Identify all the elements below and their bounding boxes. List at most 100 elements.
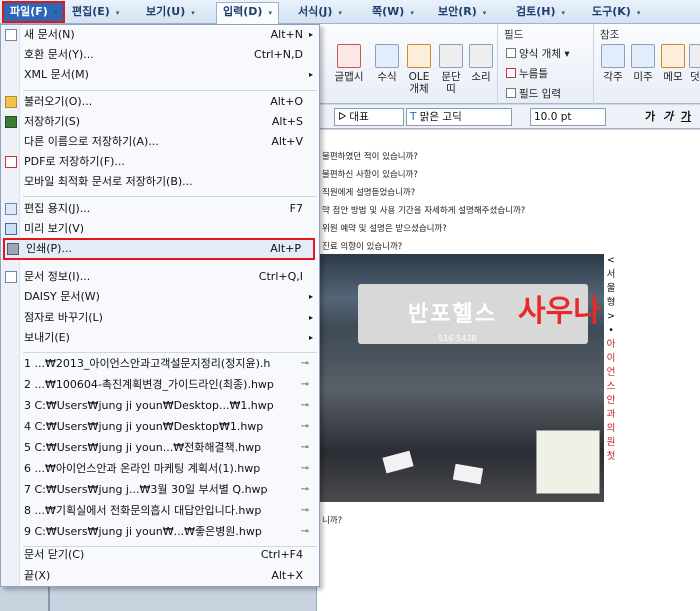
click-field-button[interactable]: 누름틀: [506, 66, 548, 81]
field-input-button[interactable]: 필드 입력: [506, 86, 561, 101]
font-icon: T: [410, 111, 420, 123]
menu-input[interactable]: 입력(D) ▾: [216, 2, 279, 24]
font-size-unit: pt: [560, 111, 572, 123]
formula-button[interactable]: 수식: [372, 44, 402, 83]
menu-item-compat-doc[interactable]: 호환 문서(Y)... Ctrl+N,D: [1, 45, 319, 65]
menu-item-close-doc[interactable]: 문서 닫기(C) Ctrl+F4: [1, 545, 319, 565]
pin-icon[interactable]: ⊸: [301, 375, 309, 395]
menu-item-save-pdf[interactable]: PDF로 저장하기(F)...: [1, 152, 319, 172]
chevron-down-icon: ▾: [53, 9, 58, 17]
menu-item-braille[interactable]: 점자로 바꾸기(L) ▸: [1, 308, 319, 328]
chevron-down-icon: ▾: [338, 9, 342, 17]
menu-item-page-setup[interactable]: 편집 용지(J)... F7: [1, 199, 319, 219]
text-art-button[interactable]: 글맵시: [332, 44, 366, 83]
font-size-value: 10.0: [534, 111, 558, 123]
overlay-icon: [689, 44, 700, 68]
menu-item-shortcut: Alt+V: [271, 135, 303, 148]
new-doc-icon: [5, 29, 17, 41]
menu-item-daisy[interactable]: DAISY 문서(W) ▸: [1, 287, 319, 307]
pin-icon[interactable]: ⊸: [301, 480, 309, 500]
footnote-button[interactable]: 각주: [600, 44, 626, 83]
pin-icon[interactable]: ⊸: [301, 438, 309, 458]
recent-file-item[interactable]: 1 ...₩2013_아이언스안과고객설문지정리(정지윤).h ⊸: [1, 354, 319, 374]
recent-file-item[interactable]: 5 C:₩Users₩jung ji youn...₩전화해결책.hwp ⊸: [1, 438, 319, 458]
menu-item-save-mobile[interactable]: 모바일 최적화 문서로 저장하기(B)...: [1, 172, 319, 192]
doc-line: 니까?: [322, 516, 343, 526]
menu-item-save[interactable]: 저장하기(S) Alt+S: [1, 112, 319, 132]
side-char: 아: [606, 339, 616, 350]
form-object-label: 양식 개체 ▾: [519, 48, 570, 60]
endnote-button[interactable]: 미주: [630, 44, 656, 83]
menu-security[interactable]: 보안(R) ▾: [432, 3, 492, 21]
pin-icon[interactable]: ⊸: [301, 459, 309, 479]
overlay-label: 덧: [690, 71, 700, 83]
form-object-button[interactable]: 양식 개체 ▾: [506, 46, 570, 61]
menu-item-xml-doc[interactable]: XML 문서(M) ▸: [1, 65, 319, 85]
menu-item-send[interactable]: 보내기(E) ▸: [1, 328, 319, 348]
menu-item-label: 인쇄(P)...: [26, 242, 72, 255]
menu-item-exit[interactable]: 끝(X) Alt+X: [1, 566, 319, 586]
chevron-down-icon: ▾: [268, 9, 272, 17]
recent-file-item[interactable]: 8 ...₩기획실에서 전화문의흡시 대답안입니다.hwp ⊸: [1, 501, 319, 521]
menu-edit[interactable]: 편집(E) ▾: [66, 3, 125, 21]
form-object-icon: [506, 48, 516, 58]
pin-icon[interactable]: ⊸: [301, 522, 309, 542]
menu-format[interactable]: 서식(J) ▾: [292, 3, 348, 21]
recent-file-item[interactable]: 6 ...₩아이언스안과 온라인 마케팅 계획서(1).hwp ⊸: [1, 459, 319, 479]
font-select[interactable]: T 맑은 고딕: [406, 108, 512, 126]
menu-item-label: 미리 보기(V): [24, 222, 85, 235]
pin-icon[interactable]: ⊸: [301, 501, 309, 521]
style-select[interactable]: ᐅ 대표: [334, 108, 404, 126]
recent-file-item[interactable]: 3 C:₩Users₩jung ji youn₩Desktop...₩1.hwp…: [1, 396, 319, 416]
recent-file-item[interactable]: 9 C:₩Users₩jung ji youn₩...₩좋은병원.hwp ⊸: [1, 522, 319, 542]
menu-item-label: 호환 문서(Y)...: [24, 48, 94, 61]
sound-button[interactable]: 소리: [466, 44, 496, 83]
menu-file[interactable]: 파일(F) ▾: [2, 1, 66, 23]
recent-file-label: 2 ...₩100604-촉진계획변경_가이드라인(최종).hwp: [24, 378, 274, 391]
pin-icon[interactable]: ⊸: [301, 354, 309, 374]
menu-item-shortcut: Ctrl+F4: [260, 548, 303, 561]
submenu-arrow-icon: ▸: [308, 333, 313, 342]
storefront-photo[interactable]: 반포헬스 사우나 516-5438: [318, 254, 604, 502]
menu-item-label: 불러오기(O)...: [24, 95, 93, 108]
pin-icon[interactable]: ⊸: [301, 417, 309, 437]
pin-icon[interactable]: ⊸: [301, 396, 309, 416]
menu-item-shortcut: Alt+P: [270, 242, 301, 255]
menu-item-shortcut: Alt+N: [270, 28, 303, 41]
bold-button[interactable]: 가: [642, 109, 658, 125]
menu-item-doc-info[interactable]: 문서 정보(I)... Ctrl+Q,I: [1, 267, 319, 287]
menu-page[interactable]: 쪽(W) ▾: [366, 3, 420, 21]
menu-item-save-as[interactable]: 다른 이름으로 저장하기(A)... Alt+V: [1, 132, 319, 152]
chevron-down-icon: ▾: [561, 9, 566, 17]
menu-item-print[interactable]: 인쇄(P)... Alt+P: [3, 238, 315, 260]
chevron-down-icon: ▾: [482, 9, 487, 17]
recent-file-label: 8 ...₩기획실에서 전화문의흡시 대답안입니다.hwp: [24, 504, 262, 517]
italic-button[interactable]: 가: [660, 109, 676, 125]
recent-file-item[interactable]: 7 C:₩Users₩jung j...₩3월 30일 부서별 Q.hwp ⊸: [1, 480, 319, 500]
memo-button[interactable]: 메모: [660, 44, 686, 83]
font-size-input[interactable]: 10.0 pt: [530, 108, 606, 126]
click-field-label: 누름틀: [519, 68, 548, 80]
menu-review[interactable]: 검토(H) ▾: [510, 3, 571, 21]
menu-item-open[interactable]: 불러오기(O)... Alt+O: [1, 92, 319, 112]
menu-item-label: XML 문서(M): [24, 68, 89, 81]
recent-file-item[interactable]: 2 ...₩100604-촉진계획변경_가이드라인(최종).hwp ⊸: [1, 375, 319, 395]
submenu-arrow-icon: ▸: [308, 292, 313, 301]
side-char: 안: [606, 395, 616, 406]
recent-file-label: 6 ...₩아이언스안과 온라인 마케팅 계획서(1).hwp: [24, 462, 261, 475]
paragraph-band-label: 문단 띠: [441, 71, 461, 95]
recent-file-label: 3 C:₩Users₩jung ji youn₩Desktop...₩1.hwp: [24, 399, 274, 412]
chevron-down-icon: ▾: [191, 9, 195, 17]
ole-object-button[interactable]: OLE 개체: [404, 44, 434, 95]
menu-item-new[interactable]: 새 문서(N) Alt+N ▸: [1, 25, 319, 45]
recent-file-label: 9 C:₩Users₩jung ji youn₩...₩좋은병원.hwp: [24, 525, 262, 538]
menu-view[interactable]: 보기(U) ▾: [140, 3, 201, 21]
underline-button[interactable]: 가: [678, 109, 694, 125]
menu-tools[interactable]: 도구(K) ▾: [586, 3, 646, 21]
side-char: <: [607, 255, 615, 266]
menu-page-label: 쪽(W): [372, 5, 405, 18]
menu-item-print-preview[interactable]: 미리 보기(V): [1, 219, 319, 239]
overlay-button[interactable]: 덧: [688, 44, 700, 83]
paragraph-band-button[interactable]: 문단 띠: [436, 44, 466, 95]
recent-file-item[interactable]: 4 C:₩Users₩jung ji youn₩Desktop₩1.hwp ⊸: [1, 417, 319, 437]
